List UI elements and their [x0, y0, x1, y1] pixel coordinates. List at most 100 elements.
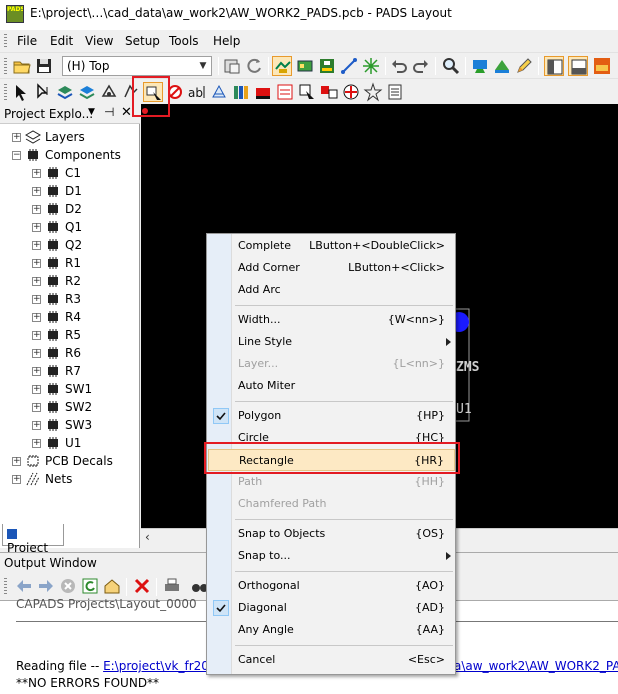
menu-item-orthogonal[interactable]: Orthogonal {AO}	[208, 575, 455, 597]
save-disk-icon[interactable]	[34, 56, 54, 76]
select-filter-icon[interactable]	[33, 82, 53, 102]
display-colors-icon[interactable]	[492, 56, 512, 76]
menu-item-width[interactable]: Width... {W<nn>}	[208, 309, 455, 331]
menu-item-diagonal[interactable]: Diagonal {AD}	[208, 597, 455, 619]
expand-icon[interactable]: +	[32, 276, 41, 286]
component-spread-icon[interactable]	[341, 82, 361, 102]
tree-item[interactable]: + R2	[32, 272, 81, 290]
menu-file[interactable]: File	[17, 34, 37, 48]
expand-icon[interactable]: +	[32, 222, 41, 232]
menu-item-snap-to-objects[interactable]: Snap to Objects {OS}	[208, 523, 455, 545]
tree-item[interactable]: + PCB Decals	[12, 452, 113, 470]
cluster-icon[interactable]	[363, 82, 383, 102]
menu-setup[interactable]: Setup	[125, 34, 160, 48]
expand-icon[interactable]: +	[32, 384, 41, 394]
tree-item[interactable]: + R4	[32, 308, 81, 326]
toolbar-grip-icon[interactable]	[4, 578, 7, 594]
redo-icon[interactable]	[411, 56, 431, 76]
tree-item[interactable]: + U1	[32, 434, 81, 452]
design-toolbar-icon[interactable]	[272, 56, 292, 76]
panel-dropdown-icon[interactable]: ▼	[88, 107, 95, 117]
toolbar-grip-icon[interactable]	[4, 58, 7, 74]
tree-item[interactable]: + Q2	[32, 236, 82, 254]
project-explorer-toggle-icon[interactable]	[544, 56, 564, 76]
expand-icon[interactable]: +	[12, 456, 21, 466]
tab-project[interactable]: Project	[2, 524, 64, 555]
expand-icon[interactable]: +	[32, 330, 41, 340]
refresh-icon[interactable]	[80, 576, 100, 596]
stop-icon[interactable]	[58, 576, 78, 596]
copper-pour-icon[interactable]	[77, 82, 97, 102]
tree-item[interactable]: + Nets	[12, 470, 72, 488]
expand-icon[interactable]: +	[32, 204, 41, 214]
menu-help[interactable]: Help	[213, 34, 240, 48]
tree-item[interactable]: + SW3	[32, 416, 92, 434]
route-toolbar-icon[interactable]	[339, 56, 359, 76]
import-dxf-icon[interactable]	[275, 82, 295, 102]
dimension-icon[interactable]	[253, 82, 273, 102]
zoom-magnifier-icon[interactable]	[441, 56, 461, 76]
layer-select[interactable]: (H) Top ▼	[62, 56, 212, 76]
tree-item[interactable]: + D1	[32, 182, 82, 200]
flood-icon[interactable]	[99, 82, 119, 102]
output-window-toggle-icon[interactable]	[568, 56, 588, 76]
tree-item[interactable]: + D2	[32, 200, 82, 218]
report-icon[interactable]	[385, 82, 405, 102]
expand-icon[interactable]: +	[32, 294, 41, 304]
expand-icon[interactable]: +	[32, 348, 41, 358]
layer-stack-icon[interactable]	[55, 82, 75, 102]
print-icon[interactable]	[162, 576, 182, 596]
menu-item-complete[interactable]: Complete LButton+<DoubleClick>	[208, 235, 455, 257]
tree-item[interactable]: + R3	[32, 290, 81, 308]
draw-pencil-icon[interactable]	[514, 56, 534, 76]
menu-item-polygon[interactable]: Polygon {HP}	[208, 405, 455, 427]
pin-icon[interactable]: ⊣	[104, 105, 114, 119]
properties-icon[interactable]	[222, 56, 242, 76]
view-nets-icon[interactable]	[470, 56, 490, 76]
refresh-icon[interactable]	[244, 56, 264, 76]
undo-icon[interactable]	[389, 56, 409, 76]
menu-edit[interactable]: Edit	[50, 34, 73, 48]
back-arrow-icon[interactable]	[14, 576, 34, 596]
expand-icon[interactable]: +	[32, 186, 41, 196]
expand-icon[interactable]: +	[32, 420, 41, 430]
expand-icon[interactable]: +	[32, 258, 41, 268]
menu-item-snap-to[interactable]: Snap to...	[208, 545, 455, 567]
library-icon[interactable]	[231, 82, 251, 102]
collapse-icon[interactable]: −	[12, 150, 21, 160]
expand-icon[interactable]: +	[32, 168, 41, 178]
tree-item[interactable]: − Components	[12, 146, 121, 164]
menu-item-cancel[interactable]: Cancel <Esc>	[208, 649, 455, 671]
home-icon[interactable]	[102, 576, 122, 596]
output-file-link[interactable]: E:\project\vk_fr202	[103, 659, 216, 673]
expand-icon[interactable]: +	[12, 132, 21, 142]
pads-logic-icon[interactable]	[592, 56, 612, 76]
tree-item[interactable]: + R1	[32, 254, 81, 272]
menu-item-add-corner[interactable]: Add Corner LButton+<Click>	[208, 257, 455, 279]
expand-icon[interactable]: +	[32, 312, 41, 322]
close-icon[interactable]: ✕	[121, 105, 132, 120]
move-component-icon[interactable]	[319, 82, 339, 102]
menu-item-auto-miter[interactable]: Auto Miter	[208, 375, 455, 397]
chevron-down-icon[interactable]: ▼	[195, 57, 211, 75]
ecoroute-toolbar-icon[interactable]	[317, 56, 337, 76]
add-connection-icon[interactable]	[297, 82, 317, 102]
tree-item[interactable]: + SW2	[32, 398, 92, 416]
menu-view[interactable]: View	[85, 34, 113, 48]
bga-toolbar-icon[interactable]	[361, 56, 381, 76]
tree-item[interactable]: + Layers	[12, 128, 85, 146]
expand-icon[interactable]: +	[32, 366, 41, 376]
clear-icon[interactable]	[132, 576, 152, 596]
forward-arrow-icon[interactable]	[36, 576, 56, 596]
select-arrow-icon[interactable]	[11, 82, 31, 102]
tree-item[interactable]: + SW1	[32, 380, 92, 398]
expand-icon[interactable]: +	[32, 438, 41, 448]
menu-item-line-style[interactable]: Line Style	[208, 331, 455, 353]
scroll-left-icon[interactable]: ‹	[145, 530, 150, 544]
expand-icon[interactable]: +	[32, 402, 41, 412]
output-file-link-tail[interactable]: a\aw_work2\AW_WORK2_PA	[454, 659, 618, 673]
toolbar-grip-icon[interactable]	[4, 84, 7, 100]
drafting-toolbar-icon[interactable]	[295, 56, 315, 76]
tree-item[interactable]: + R5	[32, 326, 81, 344]
tree-item[interactable]: + C1	[32, 164, 81, 182]
